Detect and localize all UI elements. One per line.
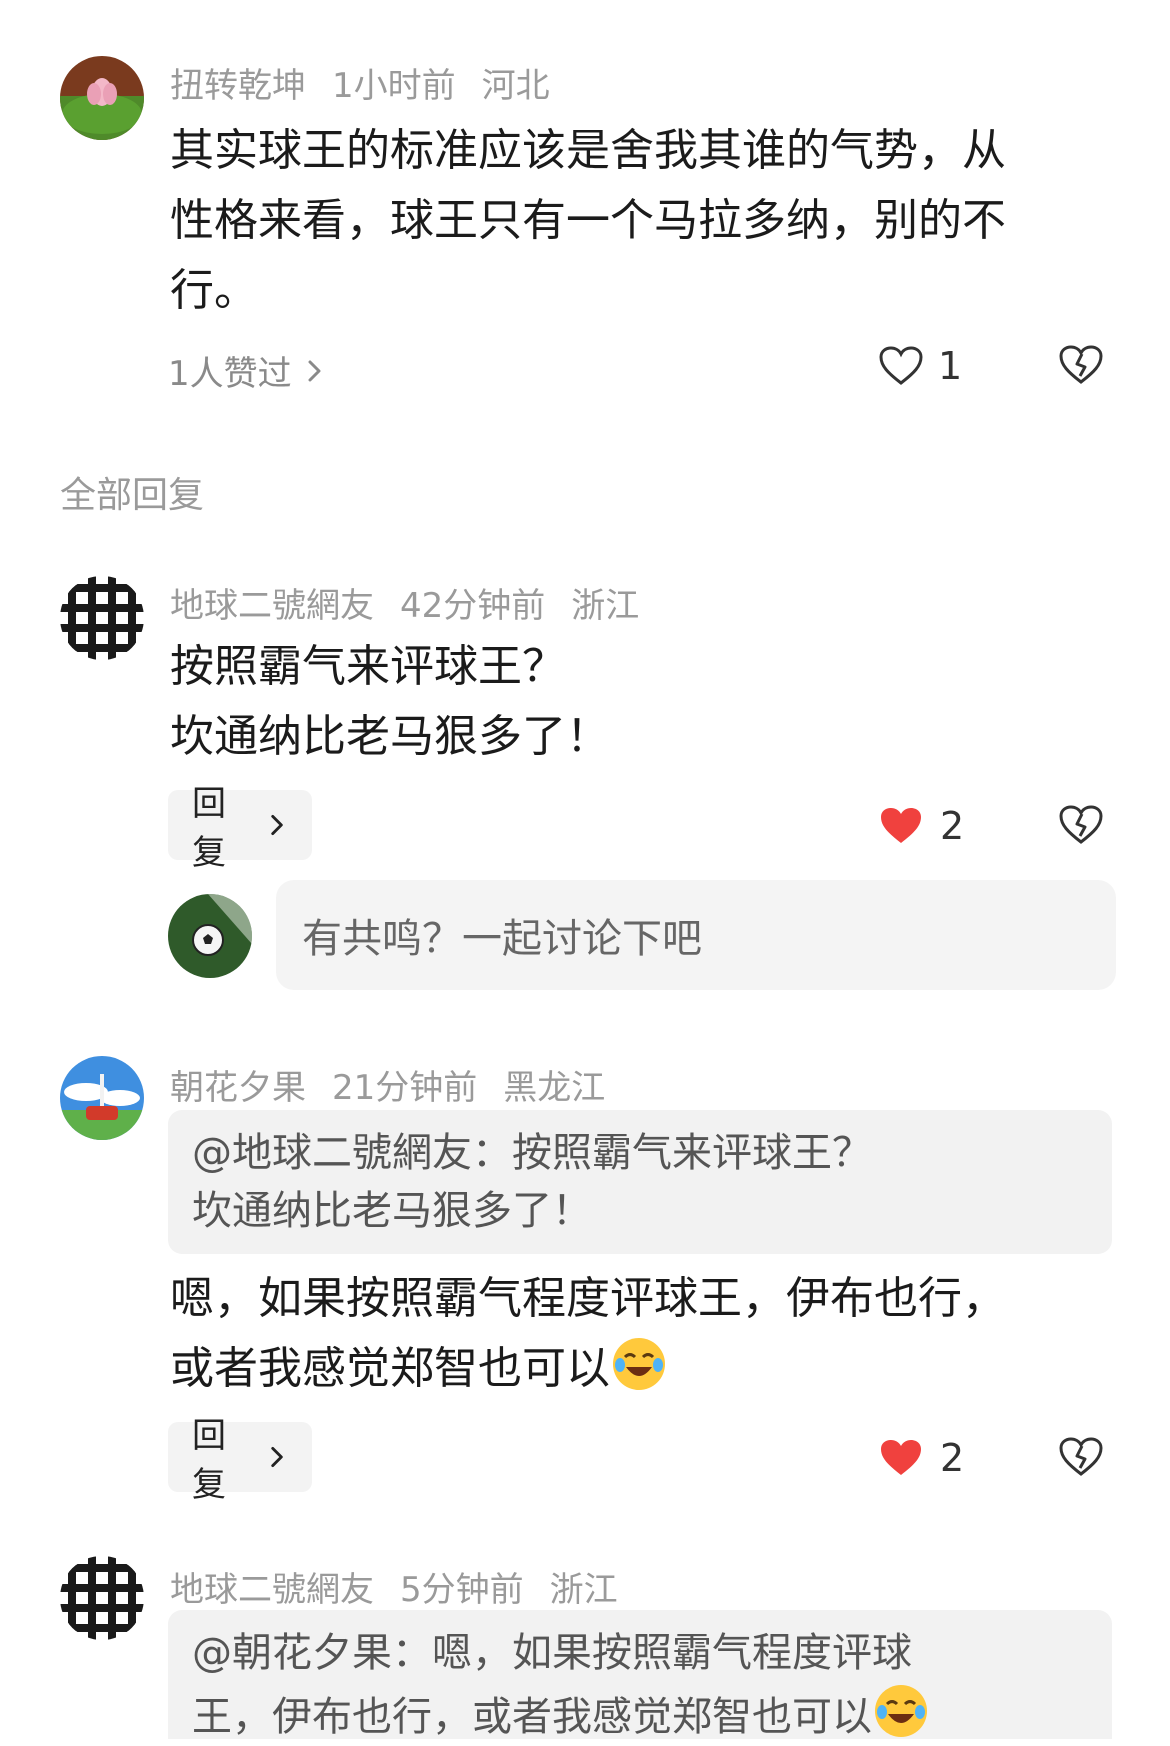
comment-text-line: 其实球王的标准应该是舍我其谁的气势，从 [170,125,1006,176]
reply-meta: 地球二號網友 5分钟前 浙江 [170,1562,618,1611]
comment-text-line: 行。 [170,265,258,316]
location: 河北 [481,66,550,106]
reply-button[interactable]: 回复 [168,784,312,873]
like-button[interactable]: 1 [878,344,962,388]
reply-button-label: 回复 [192,1416,226,1505]
reply-text: 嗯，如果按照霸气程度评球王，伊布也行， 或者我感觉郑智也可以 [170,1264,1130,1404]
quote-line: @地球二號網友：按照霸气来评球王？ [192,1130,872,1176]
avatar[interactable] [60,56,144,140]
like-count: 2 [940,804,965,848]
reply-meta: 朝花夕果 21分钟前 黑龙江 [170,1060,605,1109]
reply-text-line: 坎通纳比老马狠多了！ [170,711,610,762]
broken-heart-icon [1059,805,1103,844]
chevron-right-icon [271,814,283,836]
heart-filled-icon [881,808,921,843]
quote-line: 王，伊布也行，或者我感觉郑智也可以 [192,1694,872,1740]
lotus-avatar-image [60,56,144,140]
reply-text-line: 嗯，如果按照霸气程度评球王，伊布也行， [170,1273,1006,1324]
dislike-button[interactable] [1058,344,1104,390]
dislike-button[interactable] [1058,804,1104,850]
reply-input[interactable]: 有共鸣？一起讨论下吧 [276,880,1116,990]
reply-input-placeholder: 有共鸣？一起讨论下吧 [302,916,702,962]
username[interactable]: 地球二號網友 [170,586,374,626]
like-button[interactable]: 2 [878,804,964,848]
sky-car-avatar-image [60,1056,144,1140]
chevron-right-icon [271,1446,283,1468]
reply-text-line: 按照霸气来评球王？ [170,641,566,692]
location: 浙江 [549,1570,618,1610]
username[interactable]: 朝花夕果 [170,1068,306,1108]
laughing-crying-emoji-icon [613,1338,665,1390]
quote-line-with-emoji: 王，伊布也行，或者我感觉郑智也可以 [192,1682,1088,1746]
grid-avatar-image [60,1556,144,1640]
timestamp: 5分钟前 [400,1570,524,1610]
quoted-reply[interactable]: @地球二號網友：按照霸气来评球王？ 坎通纳比老马狠多了！ [168,1110,1112,1254]
laughing-crying-emoji-icon [875,1685,927,1737]
heart-filled-icon [881,1440,921,1475]
reply-text: 按照霸气来评球王？ 坎通纳比老马狠多了！ [170,632,1130,772]
reply-text-line-with-emoji: 或者我感觉郑智也可以 [170,1334,1130,1404]
reply-button[interactable]: 回复 [168,1416,312,1505]
current-user-avatar [168,894,252,978]
comment-text: 其实球王的标准应该是舍我其谁的气势，从 性格来看，球王只有一个马拉多纳，别的不 … [170,116,1130,326]
like-button[interactable]: 2 [878,1436,964,1480]
location: 黑龙江 [503,1068,606,1108]
section-label: 全部回复 [60,475,205,516]
like-count: 2 [940,1436,965,1480]
soccer-ball-avatar-image [168,894,252,978]
heart-outline-icon [879,346,923,385]
liked-by-label: 1人赞过 [168,354,292,394]
comment-meta: 扭转乾坤 1小时前 河北 [170,58,550,107]
username[interactable]: 地球二號網友 [170,1570,374,1610]
chevron-right-icon [308,360,321,381]
quote-line: @朝花夕果：嗯，如果按照霸气程度评球 [192,1630,912,1676]
avatar[interactable] [60,1056,144,1140]
reply-text-line: 或者我感觉郑智也可以 [170,1343,610,1394]
reply-meta: 地球二號網友 42分钟前 浙江 [170,578,639,627]
liked-by-link[interactable]: 1人赞过 [168,346,326,395]
location: 浙江 [571,586,640,626]
broken-heart-icon [1059,345,1103,384]
like-count: 1 [938,344,963,388]
avatar[interactable] [60,1556,144,1640]
timestamp: 42分钟前 [400,586,546,626]
broken-heart-icon [1059,1437,1103,1476]
username[interactable]: 扭转乾坤 [170,66,306,106]
timestamp: 1小时前 [332,66,456,106]
quote-line: 坎通纳比老马狠多了！ [192,1188,592,1234]
comment-text-line: 性格来看，球王只有一个马拉多纳，别的不 [170,195,1006,246]
avatar[interactable] [60,576,144,660]
reply-button-label: 回复 [192,784,226,873]
dislike-button[interactable] [1058,1436,1104,1482]
quoted-reply[interactable]: @朝花夕果：嗯，如果按照霸气程度评球 王，伊布也行，或者我感觉郑智也可以 [168,1610,1112,1740]
grid-avatar-image [60,576,144,660]
timestamp: 21分钟前 [332,1068,478,1108]
